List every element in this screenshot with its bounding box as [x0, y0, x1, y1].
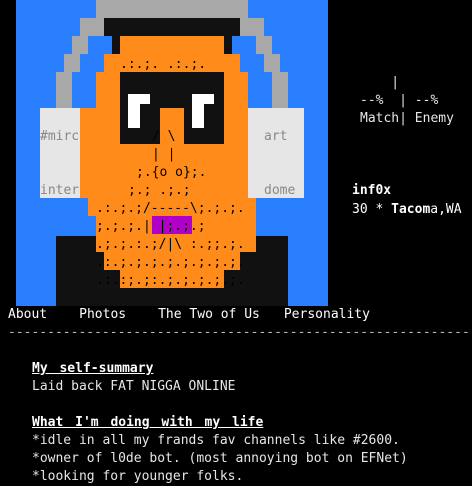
life-section: What I'm doing with my life *idle in all…	[32, 414, 468, 486]
divider: ----------------------------------------…	[8, 325, 472, 340]
tab-photos[interactable]: Photos	[79, 306, 126, 324]
life-line: *idle in all my frands fav channels like…	[32, 433, 400, 448]
username: inf0x	[352, 183, 392, 198]
user-age: 30	[352, 202, 368, 217]
life-line: *owner of l0de bot. (most annoying bot o…	[32, 451, 408, 466]
svg-text:.;.;.:.;/|\ :.;;.;.: .;.;.:.;/|\ :.;;.;.	[96, 237, 245, 252]
self-summary-heading: My self-summary	[32, 361, 154, 376]
svg-text:art: art	[264, 129, 287, 144]
profile-avatar: .:.;. .:.;. / \ | | ;.{o o};. ;.; .;.; .…	[16, 0, 328, 306]
svg-text:/ \: / \	[152, 129, 175, 144]
svg-text:inter: inter	[40, 183, 79, 198]
separator: *	[375, 202, 384, 217]
user-city: Tacom	[391, 202, 431, 217]
svg-text:.:.:;.;:.;.;.;.;.;.: .:.:;.;:.;.;.;.;.;.	[96, 273, 245, 288]
self-summary-section: My self-summary Laid back FAT NIGGA ONLI…	[32, 360, 468, 396]
self-summary-text: Laid back FAT NIGGA ONLINE	[32, 379, 236, 394]
tab-about[interactable]: About	[8, 306, 47, 324]
profile-tabs: About Photos The Two of Us Personality	[8, 306, 370, 324]
user-location: 30 * Tacoma,WA	[352, 200, 462, 219]
match-percent: --% | --%	[360, 93, 439, 108]
user-info: inf0x 30 * Tacoma,WA	[352, 181, 462, 219]
svg-text:dome: dome	[264, 183, 295, 198]
svg-text:;.{o o};.: ;.{o o};.	[136, 165, 206, 180]
tab-two-of-us[interactable]: The Two of Us	[158, 306, 260, 324]
svg-text:#mirc: #mirc	[40, 129, 79, 144]
match-percentages: | --% | --% Match| Enemy	[360, 74, 454, 128]
svg-text:| |: | |	[152, 147, 175, 162]
user-state: a,WA	[430, 202, 462, 217]
svg-text:;.;.;.| |;.;.;: ;.;.;.| |;.;.;	[96, 219, 206, 234]
svg-text:;.; .;.;: ;.; .;.;	[128, 183, 191, 198]
tab-personality[interactable]: Personality	[284, 306, 370, 324]
match-labels: Match| Enemy	[360, 111, 454, 126]
svg-text:.:.;.;/-----\;.;.;.: .:.;.;/-----\;.;.;.	[96, 201, 245, 216]
svg-text:.:.;. .:.;.: .:.;. .:.;.	[120, 57, 206, 72]
life-line: *looking for younger folks.	[32, 469, 244, 484]
life-heading: What I'm doing with my life	[32, 415, 264, 430]
svg-text:.:.;.;.;.;.;.;.;.;.: .:.;.;.;.;.;.;.;.;.	[96, 255, 245, 270]
match-divider: |	[360, 75, 400, 90]
